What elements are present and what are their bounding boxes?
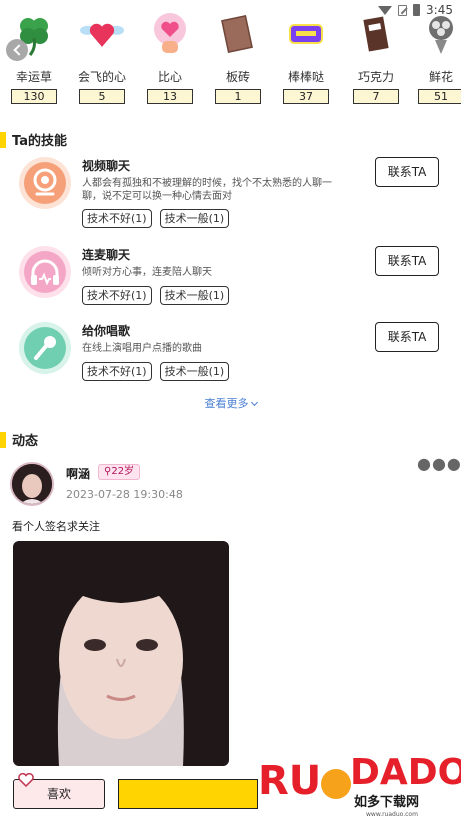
svg-text:www.ruaduo.com: www.ruaduo.com xyxy=(366,811,418,818)
rating-tag: 技术不好(1) xyxy=(82,362,152,381)
gift-count: 5 xyxy=(79,89,125,104)
contact-ta-button[interactable]: 联系TA xyxy=(375,246,439,276)
gift-count: 13 xyxy=(147,89,193,104)
gift-item[interactable]: 板砖 1 xyxy=(208,12,268,104)
gift-name: 鲜花 xyxy=(428,70,453,84)
moments-title-text: 动态 xyxy=(12,434,39,449)
gift-count: 37 xyxy=(283,89,329,104)
winged-heart-icon xyxy=(80,12,124,56)
avatar[interactable] xyxy=(10,462,54,506)
gift-count: 51 xyxy=(418,89,461,104)
gift-item[interactable]: 比心 13 xyxy=(140,12,200,104)
back-arrow-icon[interactable] xyxy=(6,39,28,61)
microphone-icon xyxy=(19,322,71,374)
gift-name: 巧克力 xyxy=(357,70,394,84)
gift-item[interactable]: 鲜花 51 xyxy=(413,12,461,104)
moments-section-title: 动态 xyxy=(0,430,38,449)
status-bar: 3:45 xyxy=(351,0,461,20)
svg-text:如多下载网: 如多下载网 xyxy=(354,794,419,810)
post-timestamp: 2023-07-28 19:30:48 xyxy=(66,488,183,501)
skill-tags: 技术不好(1) 技术一般(1) xyxy=(82,362,230,381)
rating-tag: 技术不好(1) xyxy=(82,286,152,305)
skill-item: 连麦聊天 倾听对方心事，连麦陪人聊天 技术不好(1) 技术一般(1) 联系TA xyxy=(0,246,461,318)
skill-item: 给你唱歌 在线上演唱用户点播的歌曲 技术不好(1) 技术一般(1) 联系TA xyxy=(0,322,461,394)
skill-item: 视频聊天 人都会有孤独和不被理解的时候，找个不太熟悉的人聊一聊，说不定可以换一种… xyxy=(0,157,461,229)
skill-title: 给你唱歌 xyxy=(82,324,131,338)
heart-hand-icon xyxy=(148,12,192,56)
rating-tag: 技术一般(1) xyxy=(159,286,230,305)
post-photo[interactable] xyxy=(13,541,229,766)
rating-tag: 技术不好(1) xyxy=(82,209,152,228)
gift-count: 7 xyxy=(353,89,399,104)
rating-tag: 技术一般(1) xyxy=(159,209,230,228)
contact-ta-button[interactable]: 联系TA xyxy=(375,157,439,187)
gift-name: 会飞的心 xyxy=(77,70,126,84)
gift-count: 1 xyxy=(215,89,261,104)
heart-badge-icon xyxy=(18,772,34,788)
gift-name: 幸运草 xyxy=(15,70,52,84)
contact-ta-button[interactable]: 联系TA xyxy=(375,322,439,352)
status-time: 3:45 xyxy=(426,3,453,17)
gift-item[interactable]: 棒棒哒 37 xyxy=(276,12,336,104)
skill-title: 连麦聊天 xyxy=(82,248,131,262)
section-accent-bar xyxy=(0,131,6,148)
awesome-sticker-icon xyxy=(284,12,328,56)
watermark-logo: RU DADO 如多下载网 www.ruaduo.com xyxy=(258,744,461,820)
webcam-icon xyxy=(19,157,71,209)
section-accent-bar xyxy=(0,431,6,448)
gift-name: 比心 xyxy=(157,70,182,84)
skill-title: 视频聊天 xyxy=(82,159,131,173)
gift-name: 板砖 xyxy=(225,70,250,84)
skill-description: 在线上演唱用户点播的歌曲 xyxy=(82,343,202,354)
gift-name: 棒棒哒 xyxy=(287,70,324,84)
see-more-text: 查看更多 xyxy=(204,397,249,410)
age-badge: ⚲22岁 xyxy=(98,464,141,480)
no-sim-icon xyxy=(398,4,408,16)
gift-count: 130 xyxy=(11,89,57,104)
skill-description: 倾听对方心事，连麦陪人聊天 xyxy=(82,267,212,278)
skill-description: 人都会有孤独和不被理解的时候，找个不太熟悉的人聊一聊，说不定可以换一种心情去面对 xyxy=(82,178,332,202)
skill-tags: 技术不好(1) 技术一般(1) xyxy=(82,209,230,228)
wifi-icon xyxy=(378,5,393,15)
more-options-icon[interactable]: ●●● xyxy=(417,454,461,473)
headphones-icon xyxy=(19,246,71,298)
post-text: 看个人签名求关注 xyxy=(12,520,100,533)
svg-text:RU: RU xyxy=(258,758,321,804)
svg-text:DADO: DADO xyxy=(350,752,461,793)
see-more-link[interactable]: 查看更多 xyxy=(0,395,461,411)
gift-item[interactable]: 会飞的心 5 xyxy=(72,12,132,104)
rating-tag: 技术一般(1) xyxy=(159,362,230,381)
chat-button[interactable] xyxy=(118,779,258,809)
skills-title-text: Ta的技能 xyxy=(12,134,67,149)
age-text: 22岁 xyxy=(111,466,135,477)
battery-icon xyxy=(413,4,421,16)
skills-section-title: Ta的技能 xyxy=(0,130,67,149)
gift-item[interactable]: 巧克力 7 xyxy=(346,12,406,104)
gift-wall: 幸运草 130 会飞的心 5 比心 13 板砖 1 棒棒哒 37 巧克力 7 鲜… xyxy=(0,12,461,112)
chevron-down-icon xyxy=(250,398,258,407)
skill-tags: 技术不好(1) 技术一般(1) xyxy=(82,286,230,305)
post-username: 啊涵 xyxy=(66,467,91,481)
brick-icon xyxy=(216,12,260,56)
